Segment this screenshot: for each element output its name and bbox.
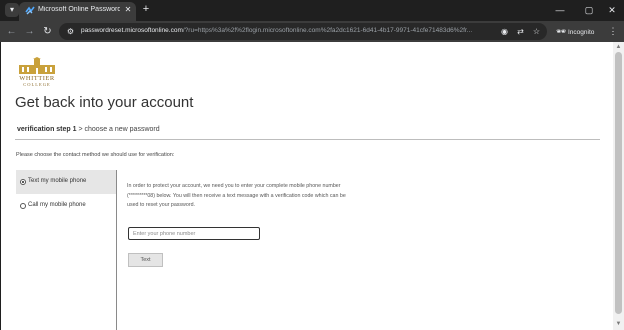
scroll-up-icon[interactable]: ▲	[615, 44, 622, 50]
method-call-mobile[interactable]: Call my mobile phone	[16, 194, 116, 218]
bookmark-star-icon[interactable]: ☆	[531, 26, 542, 37]
contact-method-list: Text my mobile phone Call my mobile phon…	[16, 170, 117, 330]
page-viewport: WHITTIER COLLEGE Get back into your acco…	[1, 42, 613, 330]
address-bar[interactable]: ⚙ passwordreset.microsoftonline.com/?ru=…	[59, 23, 547, 40]
translate-icon[interactable]: ⇄	[515, 26, 526, 37]
scroll-thumb[interactable]	[615, 52, 622, 314]
page-title: Get back into your account	[15, 94, 194, 111]
instructions-text: Please choose the contact method we shou…	[16, 152, 175, 158]
scroll-down-icon[interactable]: ▼	[615, 321, 622, 327]
back-icon[interactable]: ←	[5, 25, 18, 38]
close-window-icon[interactable]: ✕	[605, 3, 619, 17]
text-button[interactable]: Text	[128, 253, 163, 267]
reload-icon[interactable]: ↻	[41, 25, 54, 38]
tab-password-reset[interactable]: Microsoft Online Password Res ✕	[19, 2, 136, 21]
phone-number-input[interactable]	[128, 227, 260, 240]
maximize-icon[interactable]: ▢	[582, 3, 596, 17]
microsoft-key-icon	[25, 6, 35, 15]
tracking-protection-icon[interactable]: ◉	[499, 26, 510, 37]
tab-title: Microsoft Online Password Res	[38, 6, 120, 13]
tab-search-icon[interactable]: ▾	[5, 3, 19, 17]
whittier-college-logo: WHITTIER COLLEGE	[15, 57, 59, 89]
browser-window: ▾ Microsoft Online Password Res ✕ + — ▢ …	[0, 0, 624, 330]
browser-toolbar: ← → ↻ ⚙ passwordreset.microsoftonline.co…	[0, 21, 624, 42]
site-info-icon[interactable]: ⚙	[65, 26, 76, 37]
forward-icon[interactable]: →	[23, 25, 36, 38]
incognito-icon: 🕶	[556, 27, 567, 36]
verification-detail-text: In order to protect your account, we nee…	[127, 183, 346, 208]
new-tab-icon[interactable]: +	[140, 3, 152, 15]
method-text-mobile[interactable]: Text my mobile phone	[16, 170, 116, 194]
url-text[interactable]: passwordreset.microsoftonline.com/?ru=ht…	[81, 27, 493, 34]
tab-strip: ▾ Microsoft Online Password Res ✕ + — ▢ …	[0, 0, 624, 21]
current-step: verification step 1	[17, 126, 77, 133]
page-scrollbar[interactable]: ▲ ▼	[613, 42, 624, 330]
incognito-indicator[interactable]: 🕶 Incognito	[556, 25, 602, 38]
breadcrumb: verification step 1 > choose a new passw…	[17, 126, 160, 133]
college-building-icon	[19, 57, 55, 74]
minimize-icon[interactable]: —	[553, 3, 567, 17]
radio-text-mobile[interactable]	[20, 179, 26, 185]
browser-menu-icon[interactable]: ⋮	[608, 25, 618, 38]
radio-call-mobile[interactable]	[20, 203, 26, 209]
next-step: choose a new password	[84, 126, 160, 133]
tab-close-icon[interactable]: ✕	[123, 5, 133, 15]
divider	[15, 139, 600, 140]
